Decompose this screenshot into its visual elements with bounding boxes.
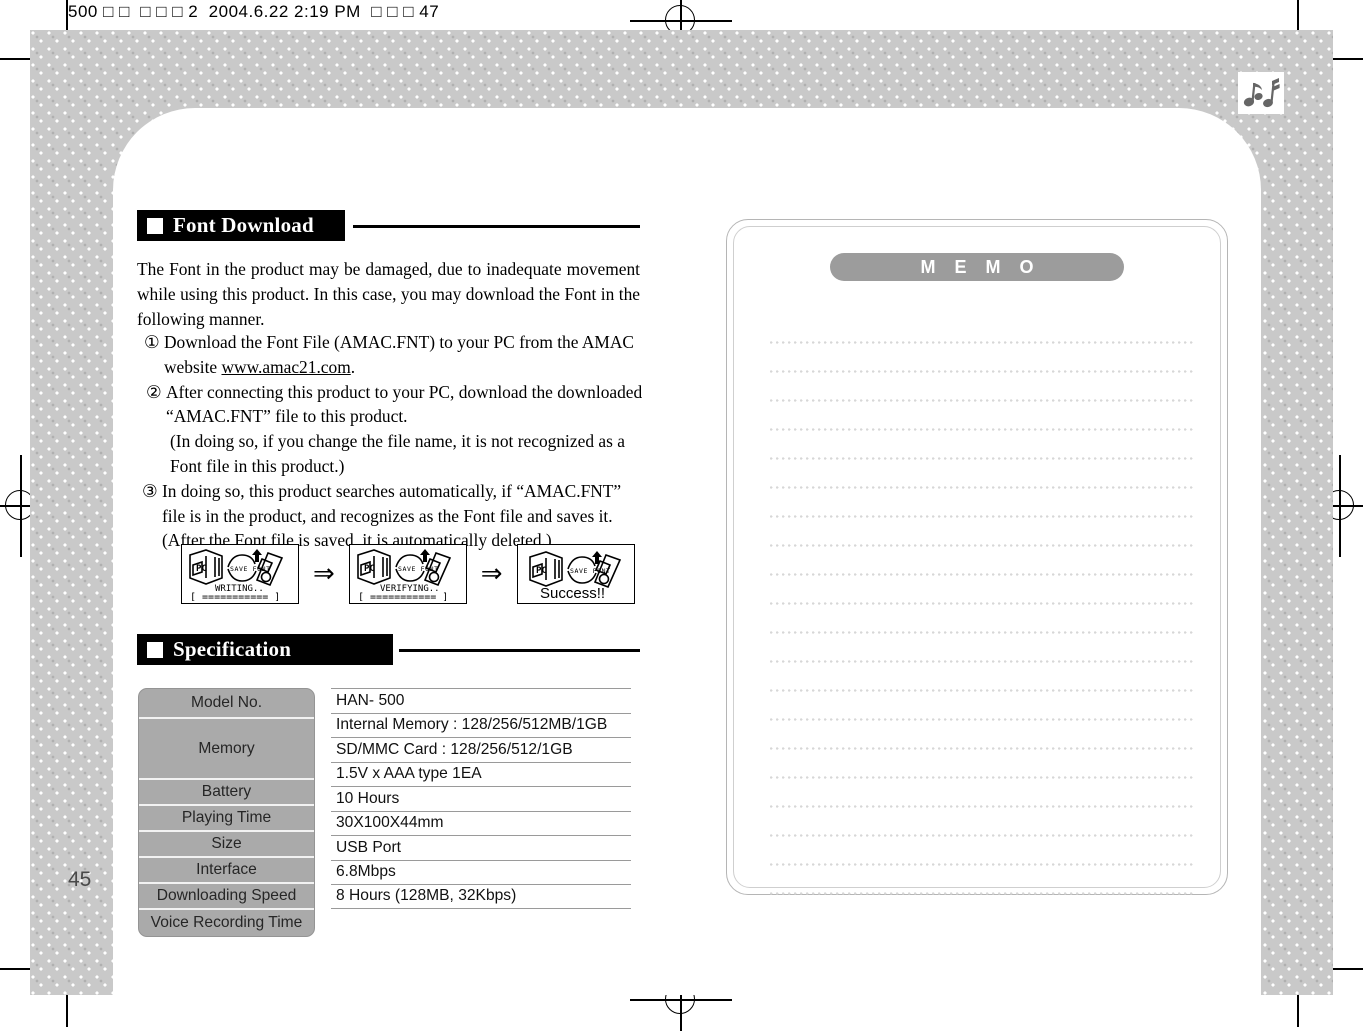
flow-arrow-2-icon: ⇒ (480, 559, 503, 589)
printed-page: 500 □ □ □ □ □ 2 2004.6.22 2:19 PM □ □ □ … (0, 0, 1363, 1031)
spec-value-row: SD/MMC Card : 128/256/512/1GB (331, 737, 631, 762)
memo-panel: M E M O (726, 219, 1228, 895)
memo-line[interactable] (770, 808, 1194, 837)
svg-text:PC: PC (364, 564, 375, 574)
spec-value-row: Internal Memory : 128/256/512MB/1GB (331, 712, 631, 738)
specification-label-column: Model No. Memory Battery Playing Time Size In… (138, 688, 315, 937)
svg-text:SAVE FONT: SAVE FONT (230, 565, 271, 573)
spec-label-row: Playing Time (139, 806, 314, 832)
svg-text:SAVE FONT: SAVE FONT (570, 567, 611, 575)
heading-bullet-square-icon (147, 217, 163, 234)
spec-value-row: 30X100X44mm (331, 810, 631, 836)
section-heading-font-download: Font Download (137, 210, 640, 241)
print-header-text: 500 □ □ □ □ □ 2 2004.6.22 2:19 PM □ □ □ … (68, 2, 440, 21)
memo-line[interactable] (770, 518, 1194, 547)
svg-text:PC: PC (536, 566, 547, 576)
memo-line[interactable] (770, 373, 1194, 402)
memo-line[interactable] (770, 866, 1194, 895)
step-marker-2: ② (146, 381, 162, 402)
step-marker-1: ① (144, 332, 160, 352)
spec-value-row: HAN- 500 (331, 688, 631, 713)
spec-label-row: Interface (139, 858, 314, 884)
step-1-text-after-link: . (350, 356, 356, 377)
memo-line[interactable] (770, 402, 1194, 431)
font-download-intro: The Font in the product may be damaged, … (137, 259, 640, 329)
heading-rule (353, 225, 640, 228)
step-marker-3: ③ (142, 480, 158, 501)
memo-line[interactable] (770, 837, 1194, 866)
step-text-3: In doing so, this product searches autom… (162, 480, 622, 526)
spec-label-row: Battery (139, 780, 314, 806)
section-title-specification: Specification (173, 637, 292, 661)
step-note-2: (In doing so, if you change the file nam… (170, 431, 625, 476)
spec-value-row: 6.8Mbps (331, 859, 631, 885)
step-text-1: Download the Font File (AMAC.FNT) to you… (164, 330, 643, 380)
memo-line[interactable] (770, 460, 1194, 489)
memo-title-pill: M E M O (830, 253, 1124, 281)
list-item: ② After connecting this product to your … (140, 380, 643, 479)
memo-line[interactable] (770, 663, 1194, 692)
spec-label-row: Size (139, 832, 314, 858)
specification-value-column: HAN- 500 Internal Memory : 128/256/512MB/… (331, 688, 631, 909)
spec-label-row: Downloading Speed (139, 884, 314, 910)
svg-text:SAVE FONT: SAVE FONT (398, 565, 439, 573)
spec-label-row: Model No. (139, 689, 314, 719)
memo-line[interactable] (770, 721, 1194, 750)
flow-step-3-display: PC SAVE FONT Success!! (516, 544, 635, 604)
spec-label-row: Voice Recording Time (150, 914, 303, 931)
memo-line[interactable] (770, 315, 1194, 344)
step-text-2: After connecting this product to your PC… (166, 381, 643, 427)
memo-line[interactable] (770, 692, 1194, 721)
svg-text:Success!!: Success!! (540, 585, 605, 601)
flow-step-2-display: PC SAVE FONT VERIFYING.. [ =========== ] (348, 544, 467, 604)
spec-value-row: 8 Hours (128MB, 32Kbps) (331, 884, 631, 909)
memo-line[interactable] (770, 576, 1194, 605)
memo-line[interactable] (770, 547, 1194, 576)
spec-value-row: 1.5V x AAA type 1EA (331, 761, 631, 787)
flow-arrow-1-icon: ⇒ (313, 559, 335, 589)
memo-line[interactable] (770, 489, 1194, 518)
section-title-font-download: Font Download (173, 213, 314, 237)
memo-line[interactable] (770, 344, 1194, 373)
svg-text:[ =========== ]: [ =========== ] (358, 592, 448, 601)
font-download-flow: PC SAVE FONT WRITING.. [ =========== ] ⇒ (181, 544, 635, 604)
section-heading-specification: Specification (137, 634, 640, 665)
heading-bullet-square-icon (147, 641, 163, 658)
spec-value-row: 10 Hours (331, 786, 631, 811)
list-item: ③ In doing so, this product searches aut… (140, 479, 643, 553)
specification-table: Model No. Memory Battery Playing Time Size In… (138, 688, 631, 937)
memo-panel-inner: M E M O (733, 226, 1221, 895)
spec-value-row: USB Port (331, 835, 631, 860)
memo-writing-lines[interactable] (770, 315, 1194, 895)
memo-line[interactable] (770, 750, 1194, 779)
flow-step-1-display: PC SAVE FONT WRITING.. [ =========== ] (181, 544, 299, 604)
spec-label-row: Memory (139, 719, 314, 780)
heading-rule (399, 649, 640, 652)
svg-text:[ =========== ]: [ =========== ] (190, 592, 280, 601)
amac-website-link[interactable]: www.amac21.com (221, 357, 350, 377)
svg-text:PC: PC (196, 564, 207, 574)
list-item: ① Download the Font File (AMAC.FNT) to y… (140, 330, 643, 380)
memo-line[interactable] (770, 431, 1194, 460)
page-number: 45 (68, 868, 92, 891)
memo-line[interactable] (770, 634, 1194, 663)
font-download-steps: ① Download the Font File (AMAC.FNT) to y… (140, 330, 643, 553)
music-note-logo (1238, 72, 1284, 114)
memo-line[interactable] (770, 779, 1194, 808)
memo-line[interactable] (770, 605, 1194, 634)
memo-title: M E M O (920, 256, 1041, 277)
